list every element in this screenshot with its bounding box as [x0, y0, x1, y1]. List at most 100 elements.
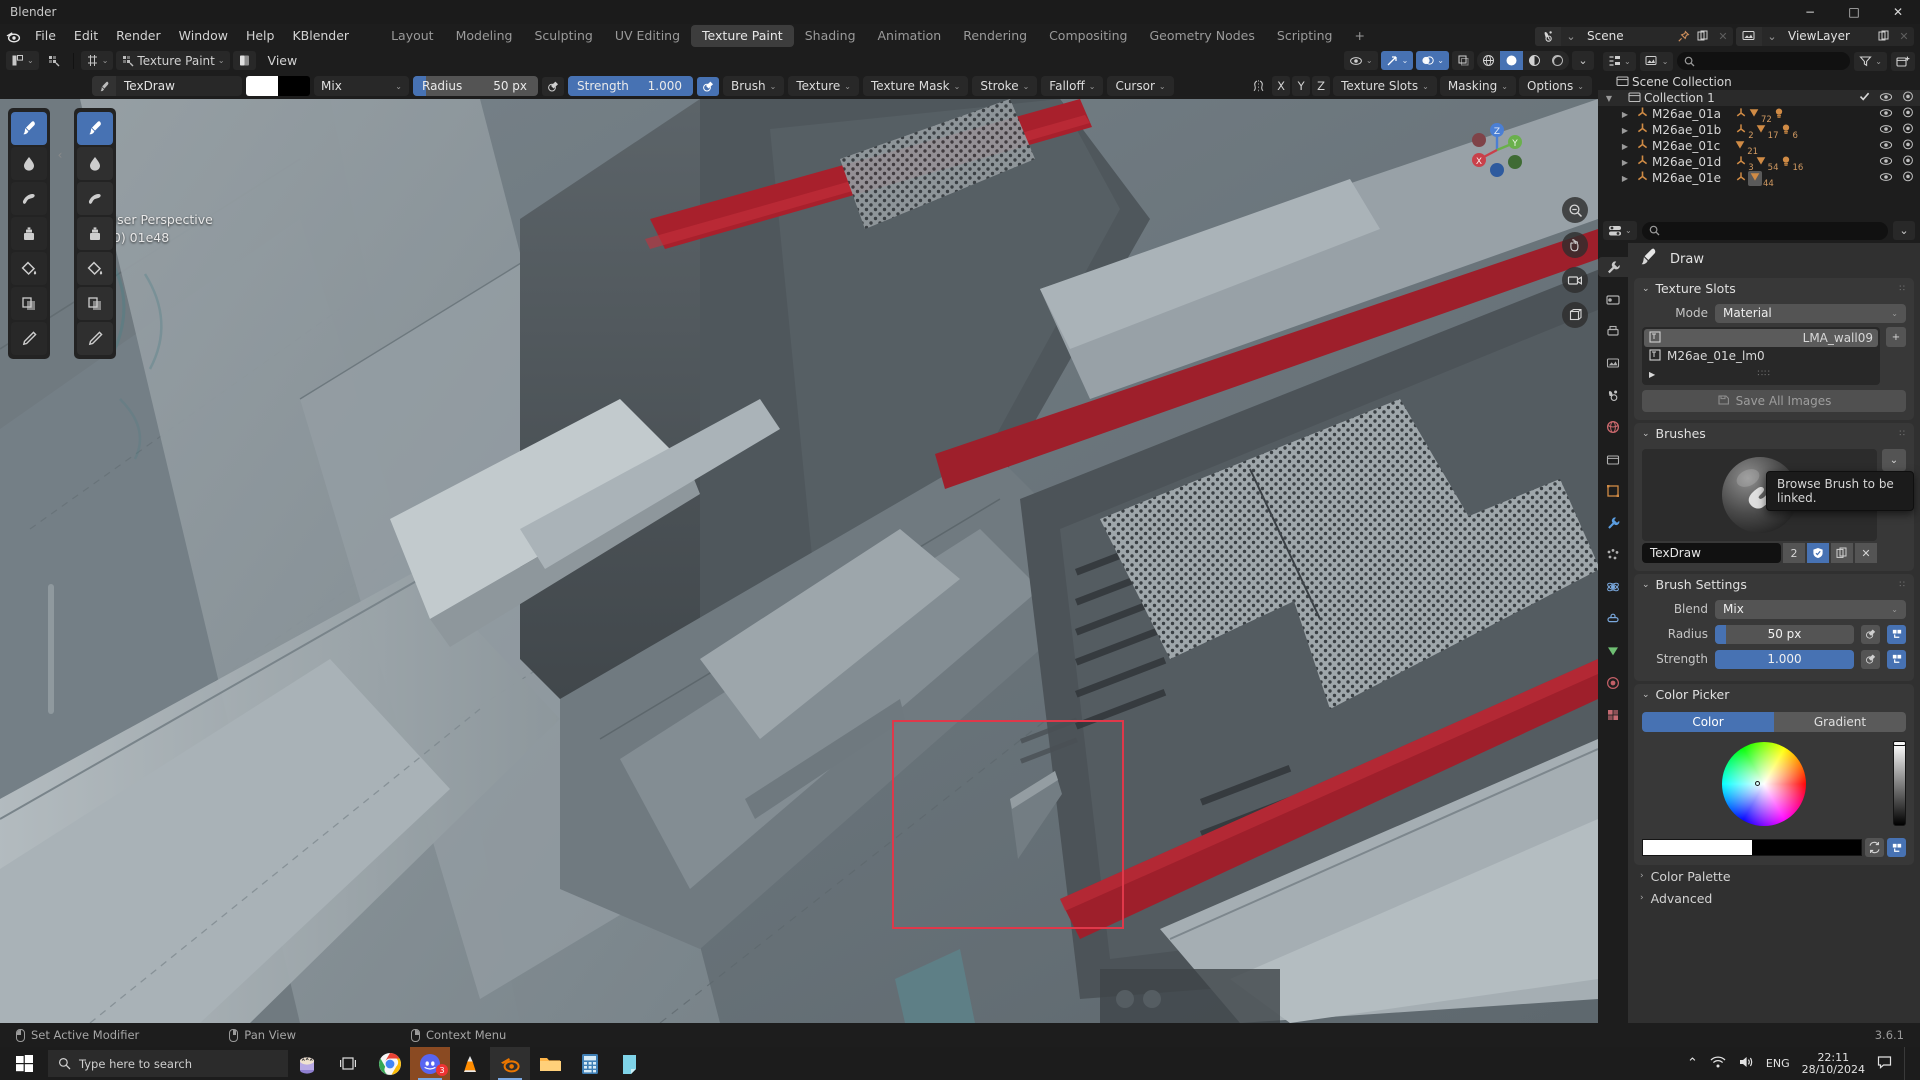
tab-geometry-nodes[interactable]: Geometry Nodes: [1138, 25, 1265, 47]
wifi-icon[interactable]: [1710, 1055, 1726, 1072]
mode-select[interactable]: Material ⌄: [1715, 303, 1906, 323]
tab-animation[interactable]: Animation: [867, 25, 953, 47]
tool-annotate-2[interactable]: [77, 322, 113, 355]
properties-tab-tool[interactable]: [1598, 257, 1628, 277]
value-slider[interactable]: [1893, 741, 1906, 826]
outliner-search-input[interactable]: [1677, 52, 1851, 70]
color-palette-section[interactable]: › Color Palette: [1628, 865, 1920, 887]
cortana-icon[interactable]: [288, 1047, 326, 1080]
outliner-row-collection-1[interactable]: ▼ Collection 1: [1598, 90, 1920, 106]
menu-edit[interactable]: Edit: [65, 24, 107, 48]
new-scene-icon[interactable]: [1693, 27, 1713, 46]
minimize-button[interactable]: −: [1788, 0, 1832, 24]
funnel-icon[interactable]: ⌄: [1854, 51, 1887, 71]
symmetry-icon[interactable]: [1247, 77, 1269, 96]
chevron-right-icon[interactable]: ▶: [1649, 370, 1655, 379]
tab-compositing[interactable]: Compositing: [1038, 25, 1138, 47]
taskbar-app-chrome[interactable]: [370, 1047, 410, 1080]
shading-rendered-icon[interactable]: [1546, 51, 1569, 70]
outliner-row-scene-collection[interactable]: Scene Collection: [1598, 74, 1920, 90]
texture-paint-mode-icon[interactable]: [42, 51, 66, 70]
taskbar-app-calculator[interactable]: [570, 1047, 610, 1080]
color-swatch-pair[interactable]: [1642, 839, 1862, 856]
pan-icon[interactable]: [1562, 232, 1588, 258]
speaker-icon[interactable]: [1738, 1055, 1754, 1072]
tool-draw[interactable]: [11, 112, 47, 145]
menu-kblender[interactable]: KBlender: [283, 24, 358, 48]
menu-texture-mask[interactable]: Texture Mask ⌄: [862, 76, 969, 96]
radius-pressure-icon[interactable]: [1861, 624, 1880, 644]
radius-unified-icon[interactable]: [1887, 624, 1906, 644]
outliner-row-m26ae-01c[interactable]: ▶ M26ae_01c 21: [1598, 138, 1920, 157]
properties-tab-particles[interactable]: [1602, 545, 1624, 565]
properties-tab-scene[interactable]: [1602, 385, 1624, 405]
unlink-viewlayer-icon[interactable]: ✕: [1894, 27, 1914, 46]
taskbar-app-blender[interactable]: [490, 1047, 530, 1080]
tab-scripting[interactable]: Scripting: [1266, 25, 1344, 47]
scene-name[interactable]: Scene: [1581, 27, 1673, 46]
brush-name-field[interactable]: TexDraw: [1642, 543, 1781, 563]
color-wheel[interactable]: [1721, 742, 1806, 826]
strength-slider[interactable]: Strength 1.000: [568, 76, 693, 96]
properties-options-caret[interactable]: ⌄: [1893, 221, 1915, 240]
eye-icon[interactable]: [1879, 155, 1893, 169]
menu-options[interactable]: Options ⌄: [1518, 76, 1592, 96]
zoom-icon[interactable]: [1562, 197, 1588, 223]
tab-layout[interactable]: Layout: [380, 25, 445, 47]
properties-tab-physics[interactable]: [1602, 577, 1624, 597]
toolbar-splitter-handle[interactable]: ‹: [55, 140, 65, 170]
taskbar-app-sticky-notes[interactable]: [610, 1047, 650, 1080]
expand-toggle[interactable]: ▶: [1618, 110, 1632, 119]
3d-viewport[interactable]: Z Y X User Perspective (0) 01e48: [0, 99, 1598, 1023]
camera-icon[interactable]: [1562, 267, 1588, 293]
overlays-icon[interactable]: ⌄: [1416, 51, 1449, 70]
menu-window[interactable]: Window: [170, 24, 237, 48]
overlay-toggle-icon[interactable]: [232, 51, 256, 70]
outliner-row-m26ae-01b[interactable]: ▶ M26ae_01b 2 17 6: [1598, 122, 1920, 141]
primary-color[interactable]: [1643, 840, 1752, 855]
navigation-gizmo[interactable]: Z Y X: [1464, 117, 1530, 183]
editor-type-selector[interactable]: ⌄: [6, 51, 39, 70]
viewlayer-icon[interactable]: [1736, 26, 1762, 46]
scene-selector[interactable]: ⌄ Scene ✕: [1535, 26, 1733, 46]
brush-dropdown-caret[interactable]: ⌄: [1882, 449, 1906, 471]
scene-dropdown-caret[interactable]: ⌄: [1561, 27, 1581, 46]
eye-icon[interactable]: [1879, 171, 1893, 185]
value-slider-knob[interactable]: [1893, 741, 1906, 746]
texture-slot-item[interactable]: M26ae_01e_lm0: [1644, 347, 1878, 365]
unlink-scene-icon[interactable]: ✕: [1713, 27, 1733, 46]
copy-brush-icon[interactable]: [1831, 543, 1853, 563]
outliner-filter-type[interactable]: ⌄: [1639, 51, 1674, 71]
eye-icon[interactable]: [1879, 139, 1893, 153]
properties-search-input[interactable]: [1641, 221, 1888, 240]
xray-icon[interactable]: [1452, 51, 1474, 70]
mode-selector[interactable]: Texture Paint ⌄: [116, 51, 230, 70]
menu-brush[interactable]: Brush ⌄: [723, 76, 785, 96]
radius-slider[interactable]: Radius 50 px: [413, 76, 538, 96]
primary-color-swatch[interactable]: [246, 76, 278, 96]
color-wheel-cursor[interactable]: [1755, 780, 1761, 786]
color-picker-header[interactable]: ⌄ Color Picker: [1634, 684, 1914, 705]
notification-icon[interactable]: [1877, 1055, 1892, 1072]
taskbar-app-discord[interactable]: 3: [410, 1047, 450, 1080]
menu-texture[interactable]: Texture ⌄: [788, 76, 859, 96]
gizmo-icon[interactable]: ⌄: [1380, 51, 1414, 70]
shading-wireframe-icon[interactable]: [1477, 51, 1500, 70]
viewlayer-name[interactable]: ViewLayer: [1782, 27, 1874, 46]
eye-icon[interactable]: [1879, 91, 1893, 105]
properties-editor-type[interactable]: ⌄: [1603, 221, 1637, 240]
menu-masking[interactable]: Masking ⌄: [1439, 76, 1516, 96]
outliner-row-m26ae-01e[interactable]: ▶ M26ae_01e 44: [1598, 170, 1920, 189]
language-indicator[interactable]: ENG: [1766, 1057, 1790, 1070]
show-hidden-icons-arrow[interactable]: ⌃: [1687, 1056, 1698, 1071]
render-camera-icon[interactable]: [1902, 123, 1914, 137]
tool-soften[interactable]: [11, 147, 47, 180]
menu-falloff[interactable]: Falloff ⌄: [1041, 76, 1104, 96]
expand-toggle[interactable]: ▶: [1618, 126, 1632, 135]
new-collection-icon[interactable]: [1891, 51, 1915, 71]
viewlayer-selector[interactable]: ⌄ ViewLayer ✕: [1736, 26, 1914, 46]
strength-pressure-icon[interactable]: [1861, 649, 1880, 669]
properties-tab-viewlayer[interactable]: [1602, 353, 1624, 373]
pin-icon[interactable]: [1673, 27, 1693, 46]
viewport-scrollbar[interactable]: [48, 584, 54, 714]
